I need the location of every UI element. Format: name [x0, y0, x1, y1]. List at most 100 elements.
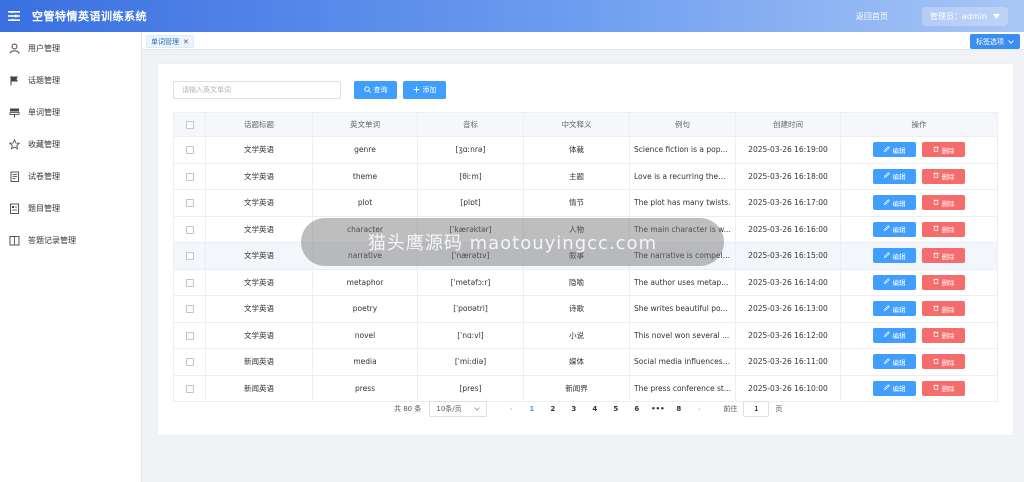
delete-button[interactable]: 删除 [922, 380, 965, 396]
edit-button[interactable]: 编辑 [873, 327, 916, 343]
cell-topic: 文学英语 [205, 269, 313, 296]
row-select-cell[interactable] [173, 163, 206, 190]
row-select-cell[interactable] [173, 269, 206, 296]
tag-word-management[interactable]: 单词管理 ✕ [146, 35, 194, 48]
page-number[interactable]: 2 [542, 405, 563, 413]
pencil-icon [883, 331, 890, 339]
edit-button[interactable]: 编辑 [873, 301, 916, 317]
cell-actions: 编辑 删除 [840, 322, 998, 349]
tags-bar: 单词管理 ✕ 标签选项 [142, 32, 1024, 50]
row-checkbox[interactable] [185, 331, 194, 340]
edit-button[interactable]: 编辑 [873, 248, 916, 264]
row-select-cell[interactable] [173, 375, 206, 402]
page-size-value: 10条/页 [436, 405, 462, 413]
cell-topic: 新闻英语 [205, 348, 313, 376]
cell-example: The press conference st... [629, 375, 736, 402]
row-actions: 编辑 删除 [845, 380, 993, 396]
cell-meaning: 隐喻 [523, 269, 630, 296]
page-suffix: 页 [775, 405, 783, 413]
row-checkbox[interactable] [185, 199, 194, 208]
sidebar-item-questions[interactable]: 题目管理 [0, 192, 141, 224]
row-actions: 编辑 删除 [845, 195, 993, 211]
search-icon [363, 85, 371, 95]
sidebar-item-words[interactable]: 单词管理 [0, 96, 141, 128]
row-checkbox[interactable] [185, 358, 194, 367]
sidebar-item-users[interactable]: 用户管理 [0, 32, 141, 64]
sidebar-item-papers[interactable]: 试卷管理 [0, 160, 141, 192]
delete-button[interactable]: 删除 [922, 274, 965, 290]
goto-page-input[interactable] [743, 401, 770, 417]
delete-button[interactable]: 删除 [922, 221, 965, 237]
delete-button[interactable]: 删除 [922, 168, 965, 184]
cell-topic: 文学英语 [205, 322, 313, 349]
delete-label: 删除 [941, 358, 955, 367]
row-checkbox[interactable] [185, 384, 194, 393]
row-actions: 编辑 删除 [845, 301, 993, 317]
row-checkbox[interactable] [185, 278, 194, 287]
row-select-cell[interactable] [173, 216, 206, 243]
delete-label: 删除 [941, 146, 955, 155]
edit-button[interactable]: 编辑 [873, 168, 916, 184]
page-number[interactable]: 3 [563, 405, 584, 413]
delete-button[interactable]: 删除 [922, 327, 965, 343]
delete-button[interactable]: 删除 [922, 195, 965, 211]
sign-icon [8, 106, 20, 118]
row-checkbox[interactable] [185, 146, 194, 155]
edit-button[interactable]: 编辑 [873, 221, 916, 237]
row-select-cell[interactable] [173, 322, 206, 349]
delete-button[interactable]: 删除 [922, 142, 965, 158]
trash-icon [933, 172, 939, 180]
row-checkbox[interactable] [185, 252, 194, 261]
sidebar-item-favorites[interactable]: 收藏管理 [0, 128, 141, 160]
edit-button[interactable]: 编辑 [873, 195, 916, 211]
edit-button[interactable]: 编辑 [873, 354, 916, 370]
delete-button[interactable]: 删除 [922, 248, 965, 264]
edit-button[interactable]: 编辑 [873, 142, 916, 158]
sidebar-item-answer-records[interactable]: 答题记录管理 [0, 224, 141, 256]
page-number[interactable]: 6 [626, 405, 647, 413]
query-button[interactable]: 查询 [354, 81, 397, 99]
row-select-cell[interactable] [173, 348, 206, 376]
menu-toggle-icon[interactable] [0, 0, 28, 32]
cell-word: theme [312, 163, 418, 190]
prev-page-icon[interactable]: ‹ [501, 405, 521, 413]
admin-dropdown[interactable]: 管理员：admin [921, 6, 1008, 26]
page-number[interactable]: 1 [521, 405, 542, 413]
page-number[interactable]: 8 [668, 405, 689, 413]
row-checkbox[interactable] [185, 172, 194, 181]
cell-word: poetry [312, 295, 418, 323]
select-all-checkbox[interactable] [185, 121, 194, 129]
select-all-cell[interactable] [173, 112, 206, 137]
edit-label: 编辑 [892, 173, 906, 182]
row-select-cell[interactable] [173, 189, 206, 217]
edit-button[interactable]: 编辑 [873, 380, 916, 396]
next-page-icon[interactable]: › [689, 405, 709, 413]
sidebar-item-topics[interactable]: 话题管理 [0, 64, 141, 96]
row-checkbox[interactable] [185, 225, 194, 234]
edit-label: 编辑 [892, 146, 906, 155]
cell-example: This novel won several ... [629, 322, 736, 349]
column-header: 创建时间 [735, 112, 841, 137]
row-checkbox[interactable] [185, 305, 194, 314]
page-number[interactable]: 5 [605, 405, 626, 413]
pagination-total: 共 80 条 [394, 405, 422, 413]
row-actions: 编辑 删除 [845, 248, 993, 264]
edit-label: 编辑 [892, 358, 906, 367]
row-select-cell[interactable] [173, 295, 206, 323]
page-number[interactable]: 4 [584, 405, 605, 413]
row-select-cell[interactable] [173, 242, 206, 270]
edit-label: 编辑 [892, 226, 906, 235]
delete-button[interactable]: 删除 [922, 354, 965, 370]
close-icon[interactable]: ✕ [183, 38, 189, 46]
sidebar-item-label: 题目管理 [28, 203, 60, 213]
add-button[interactable]: 添加 [403, 81, 446, 99]
row-select-cell[interactable] [173, 136, 206, 164]
back-home-link[interactable]: 返回首页 [856, 11, 888, 22]
delete-button[interactable]: 删除 [922, 301, 965, 317]
edit-button[interactable]: 编辑 [873, 274, 916, 290]
search-input[interactable] [173, 81, 341, 99]
tag-options-label: 标签选项 [976, 37, 1004, 46]
tag-options-button[interactable]: 标签选项 [970, 34, 1020, 49]
more-pages-icon[interactable]: ••• [647, 405, 668, 413]
page-size-select[interactable]: 10条/页 [429, 401, 488, 417]
